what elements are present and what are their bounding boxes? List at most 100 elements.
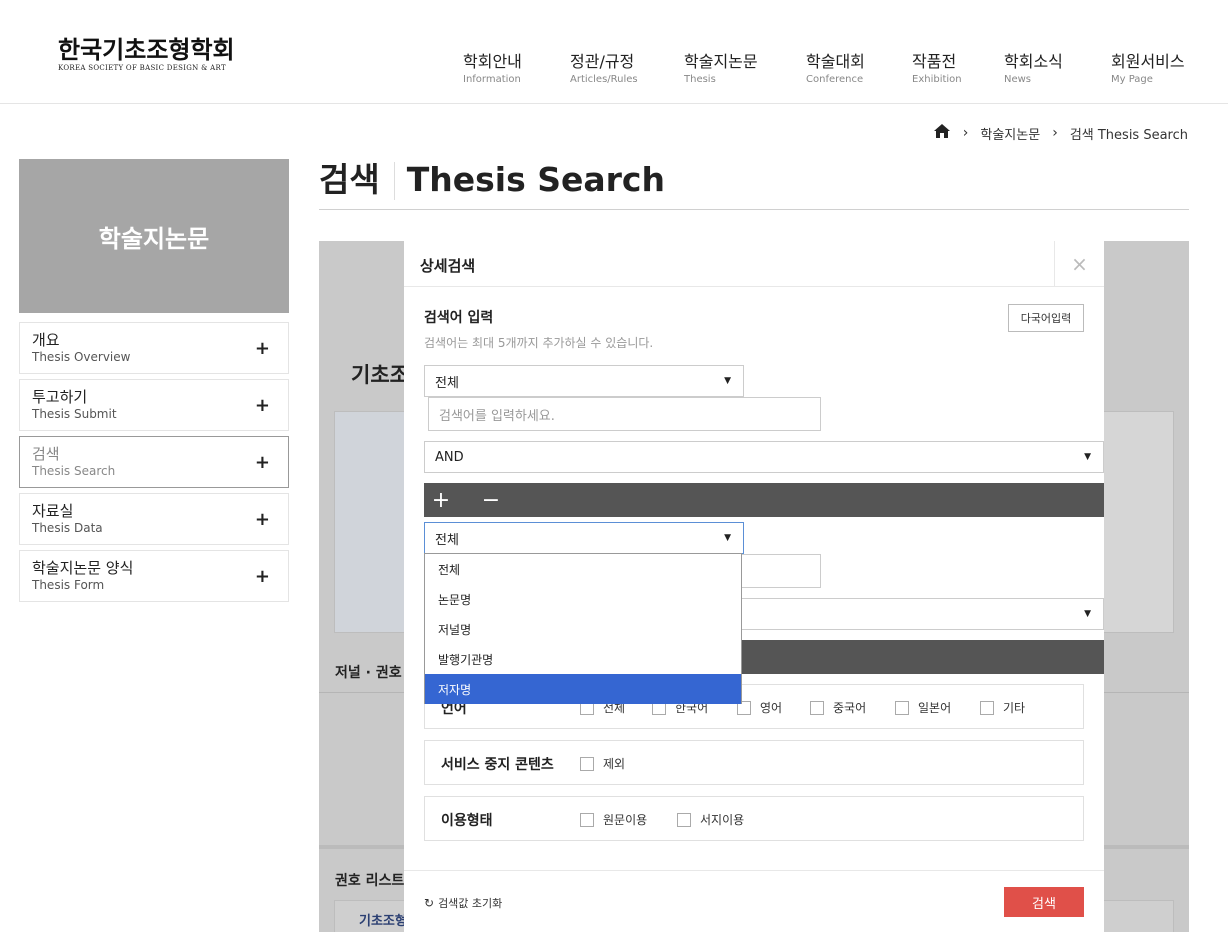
gnb-label: 정관/규정 <box>570 52 635 71</box>
checkbox-box[interactable] <box>810 700 824 715</box>
search-term-section-title: 검색어 입력 <box>424 310 494 326</box>
add-row-icon[interactable]: + <box>424 483 458 517</box>
checkbox-box[interactable] <box>580 812 594 827</box>
bg-heading: 기초조 <box>351 363 409 387</box>
breadcrumb-separator: › <box>1052 125 1058 141</box>
select-value: AND <box>435 449 464 465</box>
bg-tab: 기초조형 <box>359 914 407 929</box>
gnb-sublabel: News <box>1004 74 1032 85</box>
search-input-1[interactable]: 검색어를 입력하세요. <box>428 397 821 431</box>
bg-cover-image <box>335 412 405 632</box>
plus-icon[interactable]: + <box>255 395 270 416</box>
page-title-korean: 검색 <box>319 160 380 199</box>
reset-button[interactable]: ↻ 검색값 초기화 <box>424 895 502 911</box>
checkbox-language-other[interactable]: 기타 <box>980 699 1025 716</box>
gnb-item-conference[interactable]: 학술대회 Conference <box>806 52 865 87</box>
usage-filter: 이용형태 원문이용 서지이용 <box>424 796 1084 841</box>
checkbox-box[interactable] <box>980 700 994 715</box>
search-field-select-1[interactable]: 전체 ▼ <box>424 365 744 397</box>
modal-title: 상세검색 <box>420 257 476 275</box>
home-icon[interactable] <box>933 123 951 143</box>
checkbox-box[interactable] <box>677 812 691 827</box>
sidebar-item-sublabel: Thesis Submit <box>32 407 117 421</box>
gnb-item-thesis[interactable]: 학술지논문 Thesis <box>684 52 758 87</box>
gnb-label: 회원서비스 <box>1111 52 1185 71</box>
page-title-english: Thesis Search <box>406 160 665 199</box>
dropdown-option[interactable]: 저널명 <box>425 614 741 644</box>
gnb-sublabel: Thesis <box>684 74 716 85</box>
gnb-item-exhibition[interactable]: 작품전 Exhibition <box>912 52 962 87</box>
multilang-input-button[interactable]: 다국어입력 <box>1008 304 1084 332</box>
caret-down-icon: ▼ <box>1084 609 1091 619</box>
plus-icon[interactable]: + <box>255 452 270 473</box>
operator-select[interactable]: AND ▼ <box>424 441 1104 473</box>
checkbox-language-japanese[interactable]: 일본어 <box>895 699 951 716</box>
service-filter: 서비스 중지 콘텐츠 제외 <box>424 740 1084 785</box>
close-icon[interactable]: × <box>1054 241 1104 287</box>
breadcrumb-separator: › <box>962 125 969 141</box>
checkbox-label: 제외 <box>603 757 626 771</box>
breadcrumb-level2: 검색 Thesis Search <box>1069 127 1188 143</box>
search-button[interactable]: 검색 <box>1004 887 1084 917</box>
breadcrumb-level1[interactable]: 학술지논문 <box>980 124 1040 143</box>
checkbox-service-exclude[interactable]: 제외 <box>580 755 625 772</box>
gnb-label: 학술대회 <box>806 52 865 71</box>
site-logo[interactable]: 한국기초조형학회 KOREA SOCIETY OF BASIC DESIGN &… <box>58 36 235 73</box>
sidebar-item-sublabel: Thesis Form <box>32 578 105 592</box>
dropdown-option-selected[interactable]: 저자명 <box>425 674 741 704</box>
page-title: 검색 Thesis Search <box>319 158 1189 210</box>
checkbox-language-english[interactable]: 영어 <box>737 699 782 716</box>
advanced-search-modal: 상세검색 × 검색어 입력 검색어는 최대 5개까지 추가하실 수 있습니다. … <box>404 241 1104 932</box>
reset-label: 검색값 초기화 <box>438 897 503 910</box>
caret-down-icon: ▼ <box>724 376 731 386</box>
sidebar-item-label: 학술지논문 양식 <box>32 559 134 577</box>
search-field-dropdown: 전체 논문명 저널명 발행기관명 저자명 <box>424 553 742 704</box>
bg-list-heading: 권호 리스트 <box>335 873 405 889</box>
sidebar-item-form[interactable]: 학술지논문 양식 Thesis Form + <box>19 550 289 602</box>
filter-label: 이용형태 <box>441 813 493 829</box>
modal-footer: ↻ 검색값 초기화 검색 <box>404 870 1104 932</box>
dropdown-option[interactable]: 논문명 <box>425 584 741 614</box>
gnb-item-mypage[interactable]: 회원서비스 My Page <box>1111 52 1185 87</box>
select-value: 전체 <box>435 375 459 391</box>
sidebar-item-sublabel: Thesis Overview <box>32 350 131 364</box>
plus-icon[interactable]: + <box>255 338 270 359</box>
sidebar-item-overview[interactable]: 개요 Thesis Overview + <box>19 322 289 374</box>
gnb-item-information[interactable]: 학회안내 Information <box>463 52 522 87</box>
plus-icon[interactable]: + <box>255 509 270 530</box>
sidebar-item-label: 투고하기 <box>32 388 88 406</box>
search-term-description: 검색어는 최대 5개까지 추가하실 수 있습니다. <box>424 336 654 350</box>
checkbox-label: 기타 <box>1003 701 1026 715</box>
sidebar-item-label: 자료실 <box>32 502 74 520</box>
sidebar-item-label: 개요 <box>32 331 60 349</box>
checkbox-usage-bibliographic[interactable]: 서지이용 <box>677 811 744 828</box>
sidebar-item-search[interactable]: 검색 Thesis Search + <box>19 436 289 488</box>
bg-subheading: 저널 · 권호 <box>335 665 402 681</box>
checkbox-usage-fulltext[interactable]: 원문이용 <box>580 811 647 828</box>
gnb-label: 학술지논문 <box>684 52 758 71</box>
checkbox-label: 원문이용 <box>603 813 648 827</box>
caret-down-icon: ▼ <box>724 533 731 543</box>
checkbox-box[interactable] <box>580 756 594 771</box>
checkbox-label: 중국어 <box>833 701 867 715</box>
plus-icon[interactable]: + <box>255 566 270 587</box>
modal-header: 상세검색 × <box>404 241 1104 287</box>
sidebar-item-data[interactable]: 자료실 Thesis Data + <box>19 493 289 545</box>
remove-row-icon[interactable]: − <box>474 483 508 517</box>
checkbox-box[interactable] <box>895 700 909 715</box>
breadcrumb: › 학술지논문 › 검색 Thesis Search <box>933 122 1188 144</box>
sidebar-item-submit[interactable]: 투고하기 Thesis Submit + <box>19 379 289 431</box>
gnb-label: 학회안내 <box>463 52 522 71</box>
site-header: 한국기초조형학회 KOREA SOCIETY OF BASIC DESIGN &… <box>0 0 1228 104</box>
gnb-sublabel: Conference <box>806 74 864 85</box>
gnb-sublabel: Information <box>463 74 521 85</box>
checkbox-language-chinese[interactable]: 중국어 <box>810 699 866 716</box>
gnb-item-articles[interactable]: 정관/규정 Articles/Rules <box>570 52 638 87</box>
search-field-select-2[interactable]: 전체 ▼ <box>424 522 744 554</box>
filter-label: 서비스 중지 콘텐츠 <box>441 757 554 773</box>
gnb-item-news[interactable]: 학회소식 News <box>1004 52 1063 87</box>
gnb-label: 작품전 <box>912 52 957 71</box>
dropdown-option[interactable]: 발행기관명 <box>425 644 741 674</box>
dropdown-option[interactable]: 전체 <box>425 554 741 584</box>
checkbox-label: 서지이용 <box>700 813 745 827</box>
